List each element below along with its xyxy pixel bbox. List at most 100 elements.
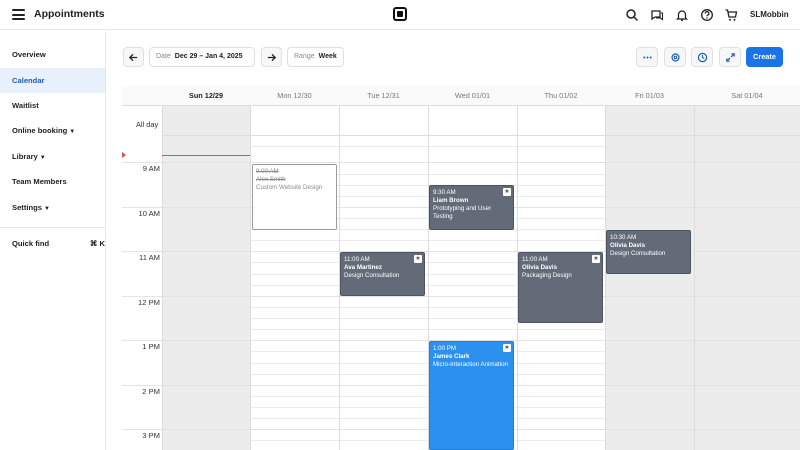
column-divider (162, 86, 163, 450)
appointment-service: Design Consultation (344, 272, 400, 279)
appointment-card[interactable]: ★ 9:30 AM Liam Brown Prototyping and Use… (429, 185, 514, 230)
date-value: Dec 29 – Jan 4, 2025 (174, 53, 243, 60)
quarter-line (162, 307, 800, 308)
sidebar-item-calendar[interactable]: Calendar (0, 68, 105, 93)
appointment-card[interactable]: ★ 11:00 AM Olivia Davis Packaging Design (518, 252, 603, 323)
arrow-left-icon (128, 53, 138, 61)
sidebar-item-settings[interactable]: Settings ▼ (0, 195, 105, 220)
appointment-service: Prototyping and User Testing (433, 205, 492, 220)
current-time-marker (122, 152, 126, 158)
appointment-service: Micro-Interaction Animation (433, 361, 508, 368)
day-column-sat[interactable] (694, 106, 800, 450)
quarter-line (162, 262, 800, 263)
expand-icon (725, 52, 735, 62)
appointment-time: 11:00 AM (522, 256, 548, 263)
clock-icon (697, 52, 707, 62)
more-button[interactable] (636, 47, 658, 67)
create-button[interactable]: Create (746, 47, 783, 67)
appointment-client: Liam Brown (433, 197, 469, 204)
hamburger-icon[interactable] (12, 9, 25, 20)
help-icon[interactable] (700, 8, 714, 22)
settings-button[interactable] (664, 47, 686, 67)
appointment-service: Packaging Design (522, 272, 572, 279)
sidebar-item-online-booking[interactable]: Online booking ▼ (0, 118, 105, 143)
previous-week-button[interactable] (123, 47, 144, 67)
quarter-line (162, 318, 800, 319)
star-icon: ★ (503, 188, 511, 196)
sidebar-item-label: Waitlist (12, 101, 39, 110)
quarter-line (162, 240, 800, 241)
appointment-card[interactable]: ★ 1:00 PM James Clark Micro-Interaction … (429, 341, 514, 450)
sidebar-item-waitlist[interactable]: Waitlist (0, 93, 105, 118)
appointment-card[interactable]: 10:30 AM Olivia Davis Design Consultatio… (606, 230, 691, 274)
search-icon[interactable] (625, 8, 639, 22)
history-button[interactable] (691, 47, 713, 67)
hour-line (122, 162, 800, 163)
appointment-card[interactable]: 9:00 AM Alex Smith Custom Website Design (252, 164, 337, 230)
column-divider (694, 86, 695, 450)
day-column-fri[interactable] (605, 106, 694, 450)
header-spacer (122, 86, 162, 106)
messages-icon[interactable] (650, 8, 664, 22)
appointment-client: Olivia Davis (610, 242, 646, 249)
app-title: Appointments (34, 8, 105, 20)
appointment-time: 9:00 AM (256, 168, 279, 175)
day-header-mon[interactable]: Mon 12/30 (250, 86, 339, 106)
sidebar-item-team-members[interactable]: Team Members (0, 169, 105, 194)
next-week-button[interactable] (261, 47, 282, 67)
range-label: Range (294, 53, 315, 60)
day-header-fri[interactable]: Fri 01/03 (605, 86, 694, 106)
day-header-thu[interactable]: Thu 01/02 (517, 86, 605, 106)
day-header-tue[interactable]: Tue 12/31 (339, 86, 428, 106)
time-label: 3 PM (142, 431, 160, 440)
sidebar-item-library[interactable]: Library ▼ (0, 144, 105, 169)
day-column-mon[interactable] (250, 106, 339, 450)
date-label: Date (156, 53, 171, 60)
quarter-line (162, 329, 800, 330)
time-label: 9 AM (142, 164, 160, 173)
sidebar-item-overview[interactable]: Overview (0, 42, 105, 67)
appointment-time: 10:30 AM (610, 234, 637, 241)
cart-icon[interactable] (724, 8, 738, 22)
expand-button[interactable] (719, 47, 741, 67)
appointment-card[interactable]: ★ 11:00 AM Ava Martinez Design Consultat… (340, 252, 425, 296)
quick-find[interactable]: Quick find ⌘ K (12, 239, 105, 248)
square-logo-icon[interactable] (393, 7, 407, 21)
time-label: 12 PM (138, 298, 160, 307)
star-icon: ★ (592, 255, 600, 263)
appointment-time: 11:00 AM (344, 256, 370, 263)
sidebar-item-label: Calendar (12, 76, 45, 85)
current-time-line (162, 155, 250, 156)
sidebar-divider (0, 227, 105, 228)
sidebar-item-label: Library (12, 152, 38, 161)
chevron-down-icon: ▼ (43, 206, 50, 212)
appointment-time: 9:30 AM (433, 189, 456, 196)
calendar-grid: All day Sun 12/29 Mon 12/30 Tue 12/31 We… (122, 86, 800, 450)
all-day-row[interactable] (162, 106, 800, 136)
sidebar-item-label: Team Members (12, 177, 67, 186)
appointment-time: 1:00 PM (433, 345, 457, 352)
user-name[interactable]: SLMobbin (750, 10, 789, 19)
day-column-sun[interactable] (162, 106, 250, 450)
date-selector[interactable]: Date Dec 29 – Jan 4, 2025 (149, 47, 255, 67)
quick-find-shortcut: ⌘ K (89, 239, 105, 248)
range-selector[interactable]: Range Week (287, 47, 344, 67)
sidebar: Overview Calendar Waitlist Online bookin… (0, 31, 106, 450)
time-label: 11 AM (139, 253, 160, 262)
star-icon: ★ (503, 344, 511, 352)
arrow-right-icon (267, 53, 277, 61)
column-divider (250, 86, 251, 450)
day-header-sat[interactable]: Sat 01/04 (694, 86, 800, 106)
bell-icon[interactable] (675, 8, 689, 22)
day-header-sun[interactable]: Sun 12/29 (162, 86, 250, 106)
quick-find-label: Quick find (12, 239, 50, 248)
day-header-wed[interactable]: Wed 01/01 (428, 86, 517, 106)
hour-line (122, 251, 800, 252)
all-day-label: All day (136, 120, 159, 129)
hour-line (122, 296, 800, 297)
appointment-service: Design Consultation (610, 250, 666, 257)
sidebar-item-label: Overview (12, 50, 46, 59)
quarter-line (162, 274, 800, 275)
time-label: 1 PM (142, 342, 160, 351)
quarter-line (162, 285, 800, 286)
